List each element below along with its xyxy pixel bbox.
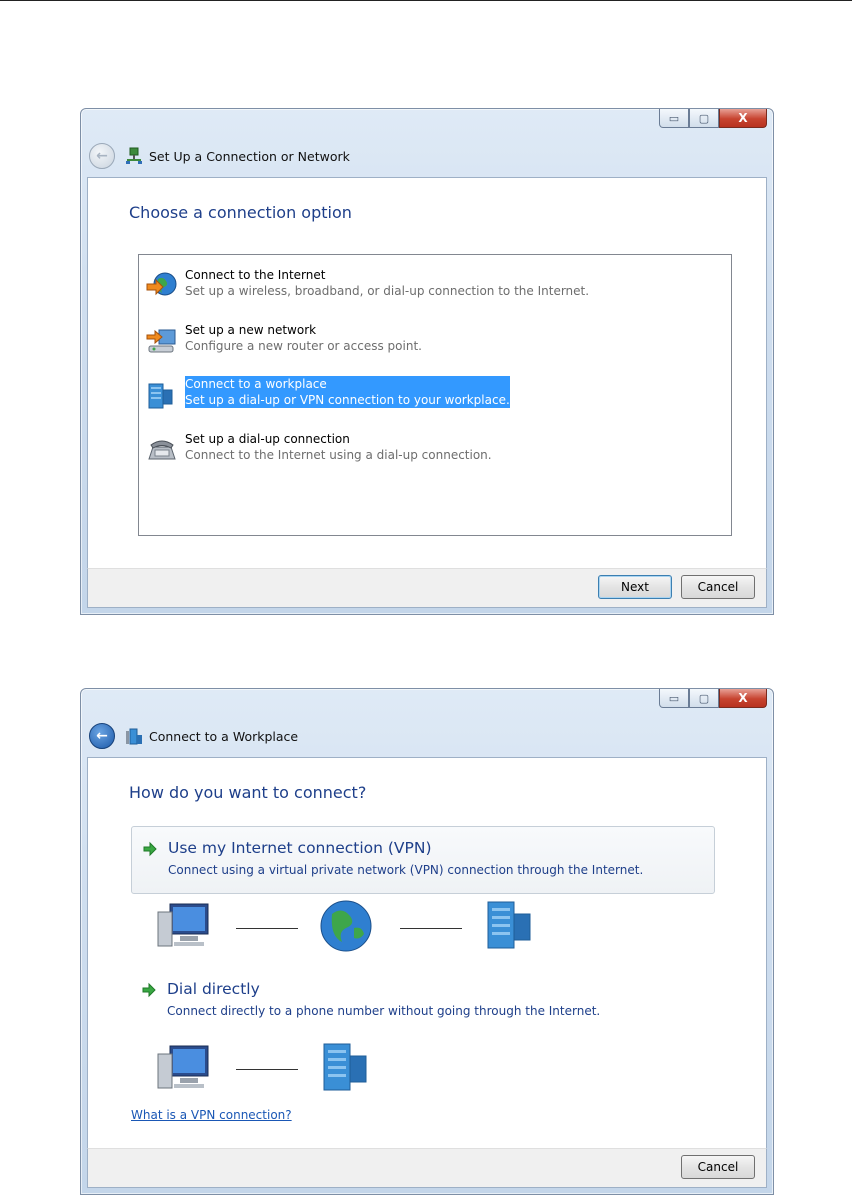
workplace-building-icon [323,1043,367,1091]
next-button[interactable]: Next [598,575,672,599]
option-title: Connect to the Internet [185,268,326,282]
connection-option-list[interactable]: Connect to the Internet Set up a wireles… [138,254,732,536]
vpn-option[interactable]: Use my Internet connection (VPN) Connect… [131,826,715,894]
vpn-option-title: Use my Internet connection (VPN) [168,839,432,857]
connection-line [236,1069,298,1070]
maximize-button[interactable]: ▢ [689,109,719,128]
dial-option-title[interactable]: Dial directly [167,980,260,998]
vpn-help-link[interactable]: What is a VPN connection? [131,1108,292,1122]
vpn-option-description: Connect using a virtual private network … [168,863,644,877]
maximize-button[interactable]: ▢ [689,689,719,708]
back-arrow-icon: ← [96,728,108,744]
connect-workplace-window: ▭ ▢ X ← Connect to a Workplace How do yo… [80,688,774,1195]
caption-buttons: ▭ ▢ X [659,689,767,709]
dial-option-description: Connect directly to a phone number witho… [167,1004,601,1018]
workplace-building-icon [145,378,179,412]
workplace-building-icon [487,901,531,949]
option-new-network[interactable]: Set up a new network Configure a new rou… [145,322,422,360]
minimize-button[interactable]: ▭ [659,109,689,128]
option-title: Set up a new network [185,323,317,337]
content-area: How do you want to connect? Use my Inter… [87,757,767,1150]
page-top-rule [0,0,852,1]
option-title: Connect to a workplace [185,377,327,391]
window-titlebar: ← Set Up a Connection or Network [89,143,350,169]
back-button[interactable]: ← [89,723,115,749]
computer-icon [157,1045,209,1089]
connection-line [236,928,298,929]
window-titlebar: ← Connect to a Workplace [89,723,298,749]
dialup-phone-icon [145,433,179,467]
computer-icon [157,903,209,947]
content-area: Choose a connection option Connect to th… [87,177,767,570]
caption-buttons: ▭ ▢ X [659,109,767,129]
window-title: Connect to a Workplace [149,728,299,744]
button-bar: Cancel [87,1148,767,1188]
green-arrow-icon [142,982,156,998]
option-description: Connect to the Internet using a dial-up … [185,448,492,462]
green-arrow-icon [143,841,157,857]
cancel-button[interactable]: Cancel [681,575,755,599]
network-icon [125,147,143,165]
cancel-button[interactable]: Cancel [681,1155,755,1179]
minimize-button[interactable]: ▭ [659,689,689,708]
option-description: Configure a new router or access point. [185,339,422,353]
globe-icon [145,269,179,303]
close-button[interactable]: X [719,689,767,708]
option-description: Set up a wireless, broadband, or dial-up… [185,284,590,298]
workplace-building-icon [125,727,143,745]
back-button[interactable]: ← [89,143,115,169]
page-heading: How do you want to connect? [129,783,367,802]
setup-connection-window: ▭ ▢ X ← Set Up a Connection or Network C… [80,108,774,615]
close-button[interactable]: X [719,109,767,128]
globe-icon [320,900,372,952]
window-title: Set Up a Connection or Network [149,148,350,164]
option-description: Set up a dial-up or VPN connection to yo… [185,393,510,407]
option-connect-workplace[interactable]: Connect to a workplace Set up a dial-up … [145,376,510,414]
connection-line [400,928,462,929]
back-arrow-icon: ← [96,148,108,164]
button-bar: Next Cancel [87,568,767,608]
router-icon [145,324,179,358]
option-connect-internet[interactable]: Connect to the Internet Set up a wireles… [145,267,589,305]
page-heading: Choose a connection option [129,203,352,222]
option-title: Set up a dial-up connection [185,432,350,446]
option-dialup-connection[interactable]: Set up a dial-up connection Connect to t… [145,431,492,469]
